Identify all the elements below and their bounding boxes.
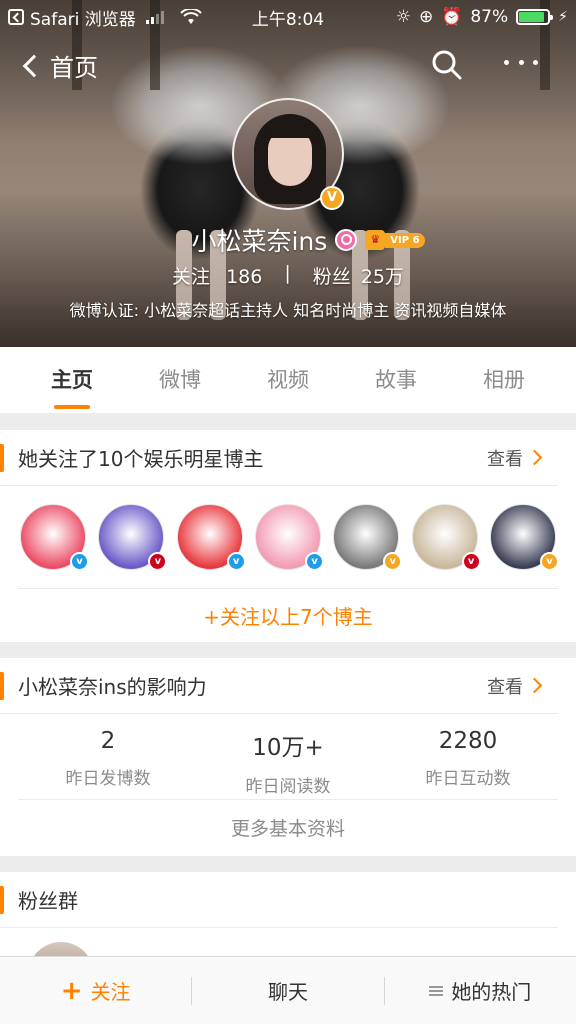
chevron-right-icon <box>526 449 543 466</box>
stat-label: 昨日互动数 <box>425 769 511 789</box>
back-button[interactable]: 首页 <box>22 48 98 83</box>
influence-stat[interactable]: 2 昨日发博数 <box>18 714 198 799</box>
followed-avatar[interactable]: v <box>489 504 559 571</box>
fans-group-title: 粉丝群 <box>18 889 78 913</box>
verification-text: 微博认证: 小松菜奈超话主持人 知名时尚博主 资讯视频自媒体 <box>69 301 507 320</box>
rotation-lock-icon: ⊕ <box>418 7 434 27</box>
tab-video[interactable]: 视频 <box>259 347 317 413</box>
stats-row: 关注 186 | 粉丝 25万 <box>0 262 576 289</box>
verified-badge-icon: v <box>70 552 89 571</box>
influence-stat[interactable]: 10万+ 昨日阅读数 <box>198 714 378 799</box>
vip-badge[interactable]: ♛ VIP 6 <box>365 230 425 250</box>
fans-label: 粉丝 <box>312 266 351 288</box>
tab-home[interactable]: 主页 <box>43 347 101 413</box>
fans-group-header: 粉丝群 <box>0 872 558 928</box>
cellular-signal-icon <box>145 10 164 24</box>
following-count: 186 <box>226 266 263 288</box>
stats-separator: | <box>284 262 291 284</box>
view-label: 查看 <box>487 448 523 470</box>
stat-value: 10万+ <box>252 735 324 761</box>
battery-icon <box>516 9 554 25</box>
verified-badge-icon: v <box>461 552 481 571</box>
influence-stat[interactable]: 2280 昨日互动数 <box>378 714 558 799</box>
hot-posts-button[interactable]: 她的热门 <box>385 976 576 1005</box>
followed-avatar[interactable]: v <box>98 504 168 571</box>
profile-name-row: 小松菜奈ins ♛ VIP 6 <box>0 222 576 258</box>
chat-label: 聊天 <box>267 980 308 1004</box>
hot-posts-label: 她的热门 <box>451 980 532 1004</box>
influence-card-header: 小松菜奈ins的影响力 查看 <box>0 658 558 714</box>
battery-percent: 87% <box>470 7 509 27</box>
verified-badge-icon: v <box>148 552 168 571</box>
followed-avatar[interactable]: v <box>411 504 481 571</box>
following-label: 关注 <box>172 266 211 288</box>
back-to-app-icon[interactable] <box>8 9 24 25</box>
more-basic-info-link[interactable]: 更多基本资料 <box>0 800 576 858</box>
followed-avatar[interactable]: v <box>254 504 324 571</box>
follow-button[interactable]: + 关注 <box>0 976 191 1005</box>
back-label: 首页 <box>50 54 98 82</box>
stat-label: 昨日阅读数 <box>245 777 331 797</box>
stat-value: 2280 <box>438 728 498 754</box>
followed-avatar[interactable]: v <box>20 504 89 571</box>
menu-icon <box>429 985 444 996</box>
tab-album[interactable]: 相册 <box>475 347 533 413</box>
following-card-header: 她关注了10个娱乐明星博主 查看 <box>0 430 558 486</box>
plus-icon: + <box>60 975 83 1006</box>
status-app-name: Safari 浏览器 <box>30 9 136 30</box>
status-bar: Safari 浏览器 上午8:04 ☼ ⊕ ⏰ 87% ⚡ <box>0 0 576 34</box>
bottom-action-bar: + 关注 聊天 她的热门 <box>0 956 576 1024</box>
followed-avatar[interactable]: v <box>176 504 246 571</box>
wifi-icon <box>180 9 202 24</box>
profile-tabs: 主页 微博 视频 故事 相册 <box>0 347 576 413</box>
tab-stories[interactable]: 故事 <box>367 347 425 413</box>
crown-icon: ♛ <box>365 230 386 250</box>
battery-level <box>519 12 544 22</box>
stat-value: 2 <box>100 728 116 754</box>
chevron-right-icon <box>526 677 543 694</box>
vip-level: VIP 6 <box>385 232 425 248</box>
stat-label: 昨日发博数 <box>65 769 151 789</box>
profile-header: Safari 浏览器 上午8:04 ☼ ⊕ ⏰ 87% ⚡ 首页 V 小松菜奈i… <box>0 0 576 347</box>
fans-count: 25万 <box>360 266 404 288</box>
verified-badge-icon: V <box>320 186 344 210</box>
influence-card: 小松菜奈ins的影响力 查看 2 昨日发博数 10万+ 昨日阅读数 2280 昨… <box>0 658 576 856</box>
following-card: 她关注了10个娱乐明星博主 查看 v v v v v v v +关注以上7个博主 <box>0 430 576 642</box>
followed-avatars: v v v v v v v <box>0 486 576 588</box>
follow-all-button[interactable]: +关注以上7个博主 <box>18 588 558 644</box>
verified-badge-icon: v <box>304 552 324 571</box>
brightness-icon: ☼ <box>395 7 411 27</box>
more-dots-icon[interactable] <box>504 60 538 70</box>
search-icon[interactable] <box>432 50 462 80</box>
profile-name: 小松菜奈ins <box>191 227 328 256</box>
verified-badge-icon: v <box>226 552 246 571</box>
chevron-left-icon <box>22 54 46 77</box>
influence-card-title: 小松菜奈ins的影响力 <box>18 675 207 699</box>
verified-badge-icon: v <box>539 552 559 571</box>
followed-avatar[interactable]: v <box>333 504 403 571</box>
verified-badge-icon: v <box>383 552 403 571</box>
fans-stat[interactable]: 粉丝 25万 <box>313 262 404 289</box>
view-label: 查看 <box>487 676 523 698</box>
chat-button[interactable]: 聊天 <box>192 976 383 1005</box>
following-stat[interactable]: 关注 186 <box>172 262 262 289</box>
following-card-title: 她关注了10个娱乐明星博主 <box>18 447 264 471</box>
follow-label: 关注 <box>90 980 131 1004</box>
influence-stats: 2 昨日发博数 10万+ 昨日阅读数 2280 昨日互动数 <box>18 714 558 800</box>
super-topic-icon[interactable] <box>335 229 358 251</box>
influence-view-link[interactable]: 查看 <box>487 673 543 699</box>
tab-weibo[interactable]: 微博 <box>151 347 209 413</box>
following-view-link[interactable]: 查看 <box>487 445 543 471</box>
alarm-icon: ⏰ <box>441 7 463 27</box>
charging-icon: ⚡ <box>558 9 568 25</box>
